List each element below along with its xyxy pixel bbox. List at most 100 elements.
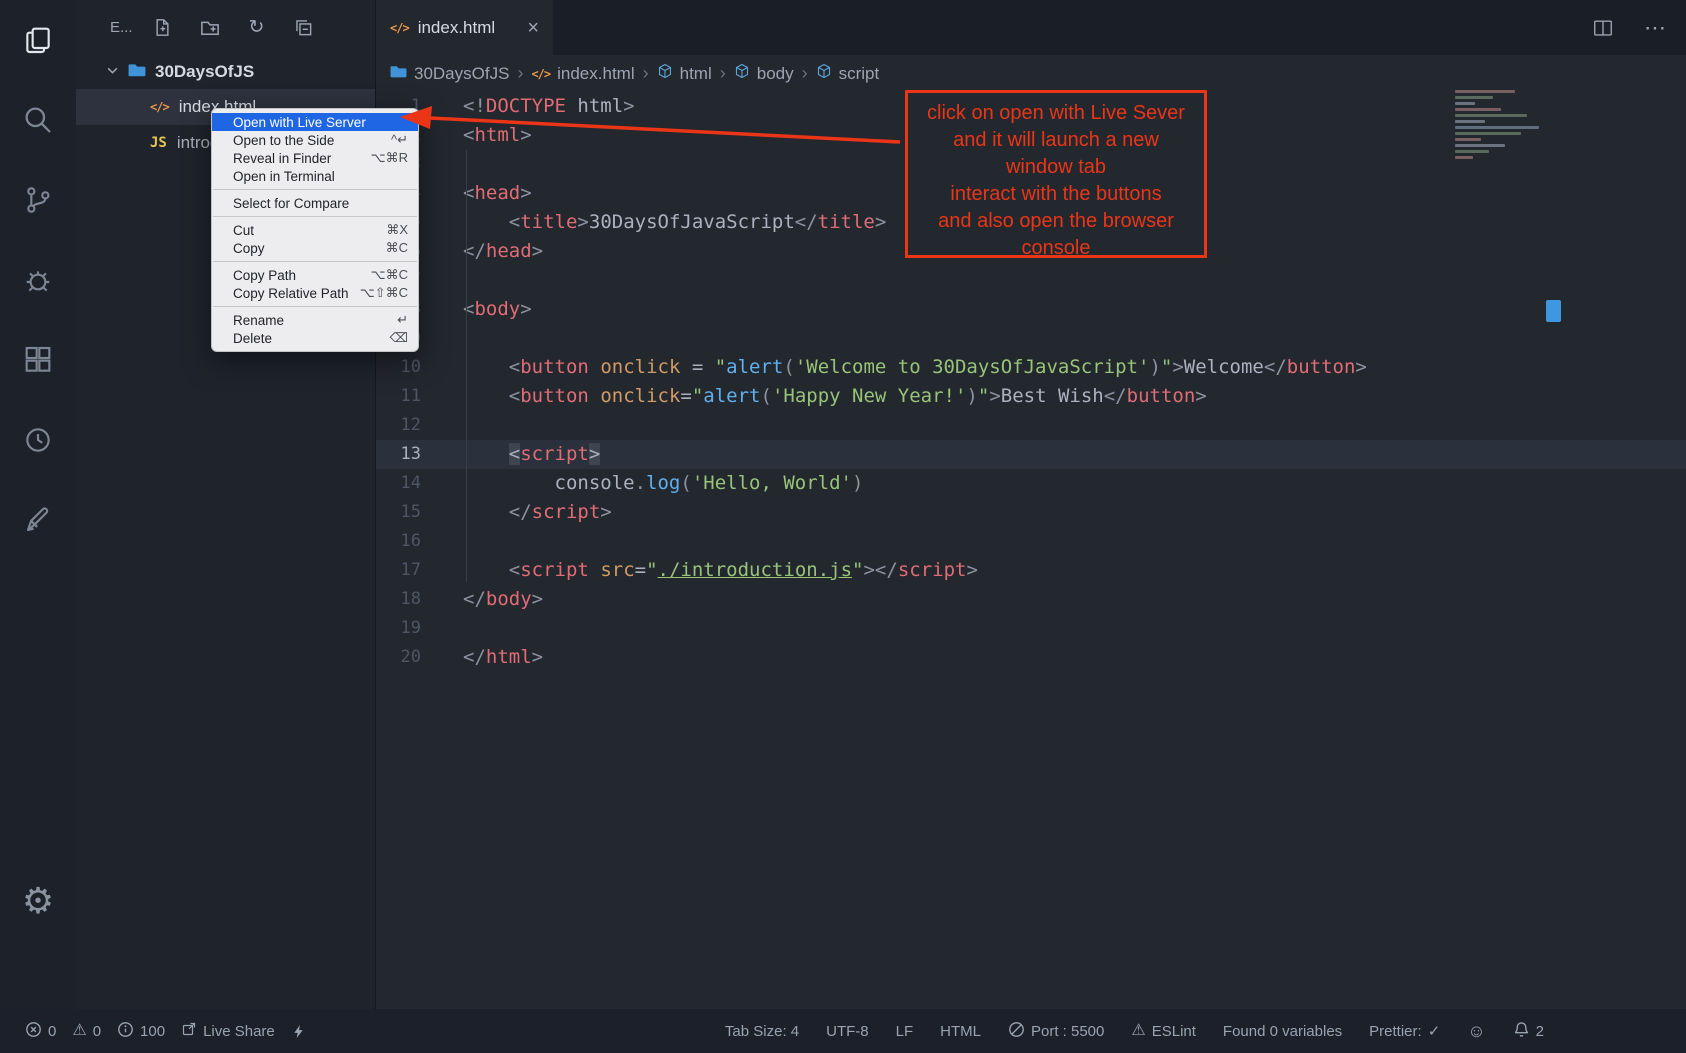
status-bar: 0 ⚠ 0 100 Live Share Tab Size: 4 UTF-8 L… xyxy=(0,1009,1686,1053)
tab-close-icon[interactable]: × xyxy=(527,18,539,38)
code-line-18[interactable]: 18</body> xyxy=(376,585,1686,614)
more-actions-icon[interactable]: ⋯ xyxy=(1644,15,1666,41)
menu-item-shortcut: ⌥⌘R xyxy=(371,150,408,166)
code-text: <script src="./introduction.js"></script… xyxy=(463,556,978,585)
menu-item-copy[interactable]: Copy⌘C xyxy=(212,239,418,257)
menu-item-label: Copy xyxy=(233,241,386,256)
code-line-19[interactable]: 19 xyxy=(376,614,1686,643)
menu-item-shortcut: ⌥⌘C xyxy=(371,267,408,283)
code-line-20[interactable]: 20</html> xyxy=(376,643,1686,672)
code-text: </head> xyxy=(463,237,543,266)
menu-item-open-in-terminal[interactable]: Open in Terminal xyxy=(212,167,418,185)
code-text: <!DOCTYPE html> xyxy=(463,92,635,121)
encoding-indicator[interactable]: UTF-8 xyxy=(826,1023,869,1040)
breadcrumb-item-body[interactable]: body xyxy=(734,63,794,84)
symbol-cube-icon xyxy=(657,63,673,84)
menu-item-shortcut: ⌥⇧⌘C xyxy=(360,285,408,301)
code-line-10[interactable]: 10 <button onclick = "alert('Welcome to … xyxy=(376,353,1686,382)
explorer-icon[interactable] xyxy=(0,0,76,80)
tab-index-html[interactable]: </> index.html × xyxy=(376,0,553,55)
source-control-icon[interactable] xyxy=(0,160,76,240)
new-folder-icon[interactable] xyxy=(200,18,220,38)
minimap[interactable] xyxy=(1455,90,1547,162)
menu-item-label: Delete xyxy=(233,331,390,346)
menu-item-label: Copy Path xyxy=(233,268,371,283)
breadcrumb-item-file[interactable]: </> index.html xyxy=(531,64,634,84)
menu-item-open-with-live-server[interactable]: Open with Live Server xyxy=(212,113,418,131)
annotation-line: console xyxy=(908,235,1204,262)
breadcrumb-item-script[interactable]: script xyxy=(816,63,880,84)
code-text: console.log('Hello, World') xyxy=(463,469,863,498)
settings-gear-icon[interactable]: ⚙ xyxy=(0,861,76,941)
language-indicator[interactable]: HTML xyxy=(940,1023,981,1040)
prettier-status[interactable]: Prettier: ✓ xyxy=(1369,1022,1440,1040)
menu-separator xyxy=(213,189,417,190)
code-line-15[interactable]: 15 </script> xyxy=(376,498,1686,527)
menu-item-delete[interactable]: Delete⌫ xyxy=(212,329,418,347)
line-number: 14 xyxy=(376,469,421,498)
code-line-17[interactable]: 17 <script src="./introduction.js"></scr… xyxy=(376,556,1686,585)
symbol-cube-icon xyxy=(816,63,832,84)
extensions-icon[interactable] xyxy=(0,320,76,400)
code-line-14[interactable]: 14 console.log('Hello, World') xyxy=(376,469,1686,498)
problems-errors[interactable]: 0 xyxy=(25,1021,56,1042)
menu-item-copy-relative-path[interactable]: Copy Relative Path⌥⇧⌘C xyxy=(212,284,418,302)
menu-item-label: Cut xyxy=(233,223,386,238)
menu-item-reveal-in-finder[interactable]: Reveal in Finder⌥⌘R xyxy=(212,149,418,167)
code-text: </html> xyxy=(463,643,543,672)
breadcrumb-separator-icon: › xyxy=(720,63,726,84)
split-editor-icon[interactable] xyxy=(1592,17,1614,39)
context-menu: Open with Live ServerOpen to the Side^↵R… xyxy=(211,108,419,352)
code-line-7[interactable]: 7 xyxy=(376,266,1686,295)
project-folder-row[interactable]: 30DaysOfJS xyxy=(76,55,375,89)
error-circle-icon xyxy=(25,1021,42,1042)
line-number: 16 xyxy=(376,527,421,556)
menu-item-select-for-compare[interactable]: Select for Compare xyxy=(212,194,418,212)
eol-indicator[interactable]: LF xyxy=(896,1023,914,1040)
code-text: <body> xyxy=(463,295,532,324)
menu-item-label: Open with Live Server xyxy=(233,115,408,130)
line-number: 11 xyxy=(376,382,421,411)
tab-title: index.html xyxy=(418,18,495,38)
line-number: 19 xyxy=(376,614,421,643)
live-share-button[interactable]: Live Share xyxy=(181,1021,275,1041)
code-line-11[interactable]: 11 <button onclick="alert('Happy New Yea… xyxy=(376,382,1686,411)
notifications-bell[interactable]: 2 xyxy=(1513,1021,1544,1042)
run-debug-icon[interactable] xyxy=(0,240,76,320)
code-line-8[interactable]: 8<body> xyxy=(376,295,1686,324)
live-server-port[interactable]: Port : 5500 xyxy=(1008,1021,1104,1042)
refresh-icon[interactable]: ↻ xyxy=(247,18,267,38)
menu-item-rename[interactable]: Rename↵ xyxy=(212,311,418,329)
code-line-13[interactable]: 13 <script> xyxy=(376,440,1686,469)
line-number: 15 xyxy=(376,498,421,527)
feedback-smiley-icon[interactable]: ☺ xyxy=(1467,1022,1485,1040)
scrollbar-decoration[interactable] xyxy=(1546,300,1561,322)
lightning-icon[interactable] xyxy=(291,1023,306,1040)
collapse-all-icon[interactable] xyxy=(294,18,314,38)
menu-item-label: Select for Compare xyxy=(233,196,408,211)
bell-icon xyxy=(1513,1021,1530,1042)
new-file-icon[interactable] xyxy=(153,18,173,38)
warning-triangle-icon: ⚠ xyxy=(1131,1023,1145,1039)
menu-item-open-to-the-side[interactable]: Open to the Side^↵ xyxy=(212,131,418,149)
breadcrumb-item-html[interactable]: html xyxy=(657,63,712,84)
menu-item-cut[interactable]: Cut⌘X xyxy=(212,221,418,239)
problems-warnings[interactable]: ⚠ 0 xyxy=(72,1023,101,1040)
breadcrumb-item-project[interactable]: 30DaysOfJS xyxy=(390,63,509,85)
live-edit-pen-icon[interactable] xyxy=(0,480,76,560)
variables-counter[interactable]: Found 0 variables xyxy=(1223,1023,1342,1040)
menu-item-label: Open to the Side xyxy=(233,133,391,148)
code-text: <button onclick = "alert('Welcome to 30D… xyxy=(463,353,1367,382)
remote-clock-icon[interactable] xyxy=(0,400,76,480)
menu-item-copy-path[interactable]: Copy Path⌥⌘C xyxy=(212,266,418,284)
code-text: <script> xyxy=(463,440,600,469)
line-number: 10 xyxy=(376,353,421,382)
search-icon[interactable] xyxy=(0,80,76,160)
code-line-12[interactable]: 12 xyxy=(376,411,1686,440)
code-line-16[interactable]: 16 xyxy=(376,527,1686,556)
eslint-status[interactable]: ⚠ ESLint xyxy=(1131,1023,1196,1040)
tab-size-indicator[interactable]: Tab Size: 4 xyxy=(725,1023,799,1040)
menu-item-shortcut: ⌘X xyxy=(386,222,408,238)
info-counter[interactable]: 100 xyxy=(117,1021,165,1042)
code-line-9[interactable]: 9 xyxy=(376,324,1686,353)
